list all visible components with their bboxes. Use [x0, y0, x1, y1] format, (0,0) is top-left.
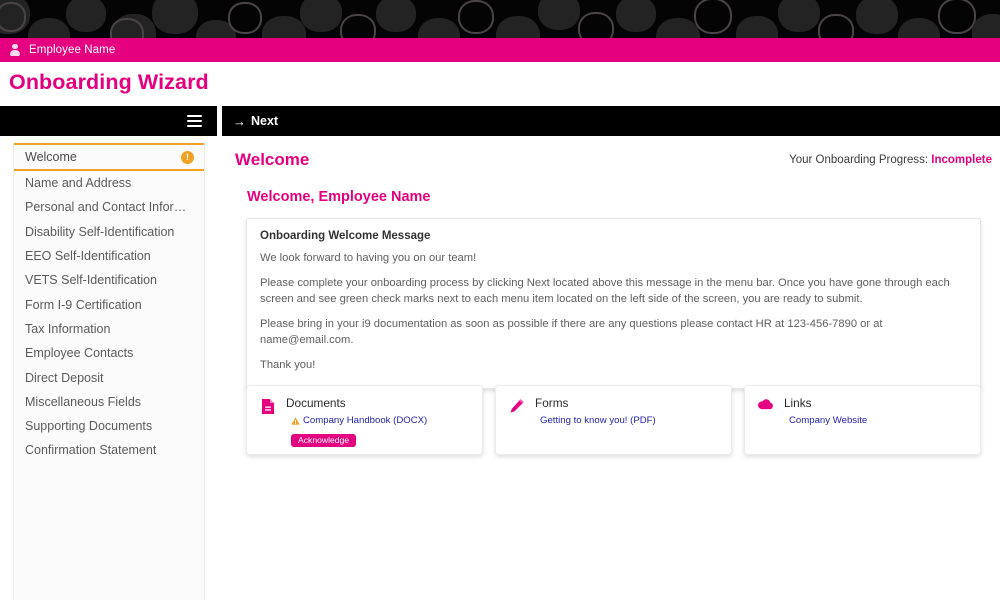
incomplete-badge-icon: !	[181, 150, 194, 164]
card-title: Documents	[286, 396, 346, 410]
documents-card-body: Documents Company Handbook (DOCX) Acknow…	[286, 396, 470, 448]
welcome-message-panel: Onboarding Welcome Message We look forwa…	[246, 218, 981, 390]
decorative-banner	[0, 0, 1000, 38]
forms-card-body: Forms Getting to know you! (PDF)	[535, 396, 719, 444]
pencil-icon	[508, 396, 525, 444]
message-paragraph: Please bring in your i9 documentation as…	[260, 317, 883, 346]
message-paragraph: We look forward to having you on our tea…	[260, 252, 477, 264]
content-header: Welcome Your Onboarding Progress: Incomp…	[222, 142, 1000, 178]
message-paragraph: Please complete your onboarding process …	[260, 276, 950, 305]
sidebar-item-label: Name and Address	[25, 176, 132, 191]
main-content: Welcome Your Onboarding Progress: Incomp…	[222, 142, 1000, 600]
warning-triangle-icon	[291, 416, 300, 425]
sidebar-item-label: Disability Self-Identification	[25, 224, 175, 239]
sidebar: Welcome ! Name and Address Personal and …	[13, 142, 205, 600]
document-link[interactable]: Company Handbook (DOCX)	[303, 415, 427, 426]
sidebar-item-label: Direct Deposit	[25, 370, 104, 385]
arrow-right-icon: →	[233, 113, 246, 129]
resource-cards: Documents Company Handbook (DOCX) Acknow…	[246, 385, 981, 455]
next-button-label: Next	[251, 114, 279, 128]
user-icon	[9, 44, 21, 57]
sidebar-item-tax-information[interactable]: Tax Information	[14, 317, 204, 341]
sidebar-item-vets-self-identification[interactable]: VETS Self-Identification	[14, 268, 204, 292]
sidebar-item-name-and-address[interactable]: Name and Address	[14, 171, 204, 195]
sidebar-item-form-i9-certification[interactable]: Form I-9 Certification	[14, 292, 204, 316]
sidebar-item-label: Employee Contacts	[25, 346, 134, 361]
forms-card: Forms Getting to know you! (PDF)	[495, 385, 732, 455]
page-title: Onboarding Wizard	[9, 70, 209, 94]
sidebar-item-employee-contacts[interactable]: Employee Contacts	[14, 341, 204, 365]
links-card-body: Links Company Website	[784, 396, 968, 444]
website-link[interactable]: Company Website	[789, 415, 867, 426]
user-bar: Employee Name	[0, 38, 1000, 62]
action-toolbar: → Next	[222, 106, 1000, 136]
sidebar-item-direct-deposit[interactable]: Direct Deposit	[14, 365, 204, 389]
sidebar-toolbar	[0, 106, 217, 136]
sidebar-item-confirmation-statement[interactable]: Confirmation Statement	[14, 438, 204, 462]
status-badge: Incomplete	[931, 154, 992, 166]
onboarding-progress: Your Onboarding Progress: Incomplete	[789, 154, 992, 166]
documents-card: Documents Company Handbook (DOCX) Acknow…	[246, 385, 483, 455]
welcome-heading: Welcome, Employee Name	[247, 189, 431, 205]
sidebar-item-miscellaneous-fields[interactable]: Miscellaneous Fields	[14, 390, 204, 414]
sidebar-item-welcome[interactable]: Welcome !	[14, 143, 204, 171]
onboarding-wizard-page: Employee Name Onboarding Wizard → Next W…	[0, 0, 1000, 600]
sidebar-item-label: Supporting Documents	[25, 419, 153, 434]
sidebar-item-personal-and-contact-information[interactable]: Personal and Contact Informat...	[14, 195, 204, 219]
sidebar-item-disability-self-identification[interactable]: Disability Self-Identification	[14, 220, 204, 244]
sidebar-item-eeo-self-identification[interactable]: EEO Self-Identification	[14, 244, 204, 268]
sidebar-item-label: Form I-9 Certification	[25, 297, 142, 312]
links-card: Links Company Website	[744, 385, 981, 455]
sidebar-item-label: Confirmation Statement	[25, 443, 157, 458]
sidebar-item-label: VETS Self-Identification	[25, 273, 158, 288]
sidebar-item-label: Welcome	[25, 150, 77, 164]
cloud-icon	[757, 396, 774, 444]
message-title: Onboarding Welcome Message	[260, 230, 431, 242]
form-link[interactable]: Getting to know you! (PDF)	[540, 415, 656, 426]
acknowledge-button[interactable]: Acknowledge	[291, 433, 357, 448]
next-button[interactable]: → Next	[233, 114, 278, 128]
form-entry: Getting to know you! (PDF)	[535, 415, 719, 426]
document-icon	[259, 396, 276, 444]
sidebar-nav-list: Welcome ! Name and Address Personal and …	[14, 143, 204, 463]
hamburger-icon[interactable]	[187, 115, 202, 127]
card-title: Links	[784, 396, 812, 410]
sidebar-item-label: Personal and Contact Informat...	[25, 200, 194, 215]
sidebar-item-label: EEO Self-Identification	[25, 249, 151, 264]
user-name: Employee Name	[29, 44, 116, 56]
card-title: Forms	[535, 396, 569, 410]
sidebar-item-label: Tax Information	[25, 321, 111, 336]
content-title: Welcome	[235, 150, 310, 169]
sidebar-item-label: Miscellaneous Fields	[25, 394, 142, 409]
progress-label: Your Onboarding Progress:	[789, 154, 929, 166]
link-entry: Company Website	[784, 415, 968, 426]
document-entry: Company Handbook (DOCX)	[286, 415, 470, 426]
sidebar-item-supporting-documents[interactable]: Supporting Documents	[14, 414, 204, 438]
message-paragraph: Thank you!	[260, 358, 316, 371]
